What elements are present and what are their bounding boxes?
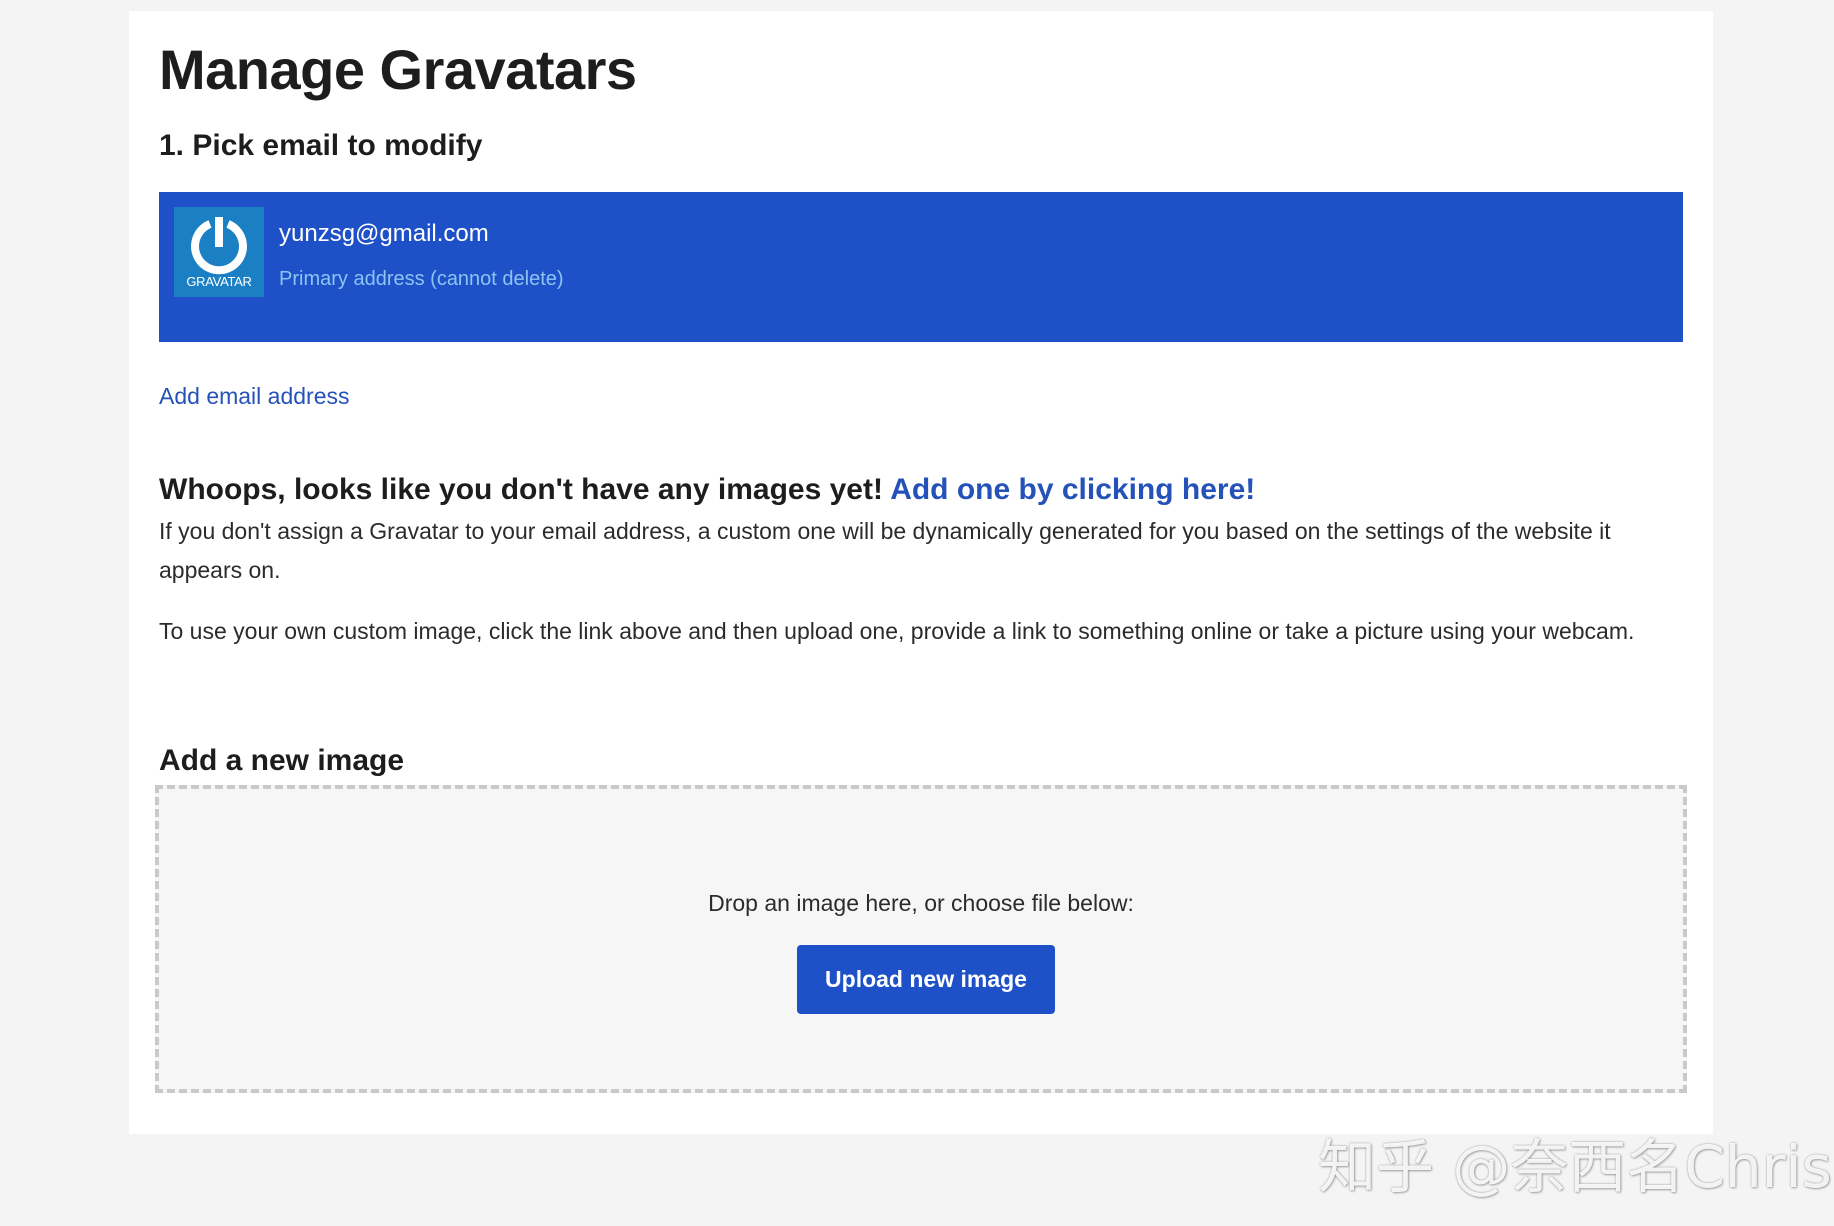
add-email-address-link[interactable]: Add email address <box>159 383 350 410</box>
upload-new-image-button[interactable]: Upload new image <box>797 945 1055 1014</box>
email-list-item-selected[interactable]: GRAVATAR yunzsg@gmail.com Primary addres… <box>159 192 1683 342</box>
primary-address-note: Primary address (cannot delete) <box>279 268 564 290</box>
add-image-heading: Add a new image <box>159 744 405 777</box>
gravatar-management-card: Manage Gravatars 1. Pick email to modify… <box>129 11 1713 1134</box>
custom-image-info: To use your own custom image, click the … <box>159 618 1635 644</box>
email-address: yunzsg@gmail.com <box>279 220 489 247</box>
no-images-heading: Whoops, looks like you don't have any im… <box>159 473 1255 507</box>
dropzone-instructions: Drop an image here, or choose file below… <box>708 890 1134 916</box>
avatar-caption: GRAVATAR <box>186 274 252 289</box>
image-dropzone[interactable]: Drop an image here, or choose file below… <box>155 785 1687 1093</box>
add-image-link[interactable]: Add one by clicking here! <box>890 473 1255 506</box>
page-title: Manage Gravatars <box>159 38 637 101</box>
no-images-message: Whoops, looks like you don't have any im… <box>159 473 891 506</box>
watermark: 知乎 @奈西名Chris <box>1318 1133 1832 1201</box>
default-gravatar-info: If you don't assign a Gravatar to your e… <box>159 518 1611 583</box>
avatar: GRAVATAR <box>174 207 264 297</box>
pick-email-heading: 1. Pick email to modify <box>159 129 483 162</box>
